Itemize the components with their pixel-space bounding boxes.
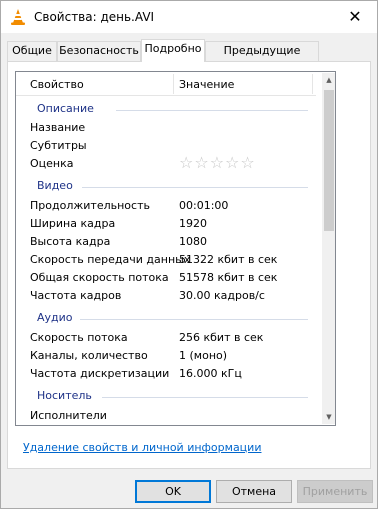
list-item[interactable]: Ширина кадра 1920 (16, 215, 316, 233)
property-name: Высота кадра (30, 235, 111, 248)
list-header: Свойство Значение (16, 72, 316, 96)
property-name: Ширина кадра (30, 217, 116, 230)
group-label: Аудио (37, 311, 73, 324)
title-bar: Свойства: день.AVI ✕ (1, 1, 377, 33)
property-value: 256 кбит в сек (179, 331, 264, 344)
property-name: Продолжительность (30, 199, 150, 212)
list-item[interactable]: Название (16, 119, 316, 137)
property-value: 51322 кбит в сек (179, 253, 278, 266)
list-item[interactable]: Субтитры (16, 137, 316, 155)
property-name: Название (30, 121, 86, 134)
vlc-cone-icon (11, 9, 25, 25)
property-name: Скорость потока (30, 331, 128, 344)
property-name: Скорость передачи данных (30, 253, 191, 266)
group-label: Описание (37, 102, 94, 115)
column-header-value[interactable]: Значение (179, 78, 234, 91)
group-label: Видео (37, 179, 73, 192)
scroll-up-icon[interactable]: ▲ (322, 73, 335, 87)
list-item[interactable]: Частота кадров 30.00 кадров/с (16, 287, 316, 305)
property-name: Частота кадров (30, 289, 122, 302)
property-name: Оценка (30, 157, 74, 170)
property-name: Частота дискретизации (30, 367, 170, 380)
star-icon[interactable]: ☆ (210, 155, 224, 171)
list-item[interactable]: Частота дискретизации 16.000 кГц (16, 365, 316, 383)
property-value: 51578 кбит в сек (179, 271, 278, 284)
column-divider[interactable] (173, 74, 174, 94)
property-name: Исполнители (30, 409, 107, 422)
tab-strip: Общие Безопасность Подробно Предыдущие в… (7, 39, 371, 75)
group-description: Описание (16, 100, 316, 118)
list-item[interactable]: Высота кадра 1080 (16, 233, 316, 251)
list-item[interactable]: Каналы, количество 1 (моно) (16, 347, 316, 365)
list-item[interactable]: Скорость потока 256 кбит в сек (16, 329, 316, 347)
apply-button[interactable]: Применить (297, 480, 373, 503)
close-icon: ✕ (348, 6, 362, 26)
list-item[interactable]: Общая скорость потока 51578 кбит в сек (16, 269, 316, 287)
tab-general[interactable]: Общие (7, 41, 57, 61)
column-header-property[interactable]: Свойство (30, 78, 84, 91)
properties-list[interactable]: Свойство Значение Описание Название Субт… (15, 71, 336, 426)
group-audio: Аудио (16, 309, 316, 327)
properties-window: Свойства: день.AVI ✕ Общие Безопасность … (0, 0, 378, 509)
remove-properties-link[interactable]: Удаление свойств и личной информации (23, 441, 261, 454)
group-label: Носитель (37, 389, 92, 402)
list-item[interactable]: Продолжительность 00:01:00 (16, 197, 316, 215)
star-icon[interactable]: ☆ (194, 155, 208, 171)
star-icon[interactable]: ☆ (179, 155, 193, 171)
property-name: Субтитры (30, 139, 87, 152)
close-button[interactable]: ✕ (333, 1, 377, 31)
group-divider (116, 110, 308, 111)
property-name: Общая скорость потока (30, 271, 169, 284)
tab-previous-versions[interactable]: Предыдущие версии (205, 41, 319, 75)
property-value: 30.00 кадров/с (179, 289, 265, 302)
tab-security[interactable]: Безопасность (57, 41, 141, 61)
property-value: 00:01:00 (179, 199, 229, 212)
list-item[interactable]: Оценка ☆ ☆ ☆ ☆ ☆ (16, 155, 316, 173)
cancel-button[interactable]: Отмена (216, 480, 292, 503)
group-media: Носитель (16, 387, 316, 405)
group-divider (82, 187, 308, 188)
list-item[interactable]: Исполнители (16, 407, 316, 425)
column-divider[interactable] (312, 74, 313, 94)
ok-button[interactable]: OK (135, 480, 211, 503)
group-video: Видео (16, 177, 316, 195)
scroll-down-icon[interactable]: ▼ (322, 410, 335, 424)
rating-stars[interactable]: ☆ ☆ ☆ ☆ ☆ (179, 155, 255, 171)
property-value: 16.000 кГц (179, 367, 242, 380)
list-item[interactable]: Скорость передачи данных 51322 кбит в се… (16, 251, 316, 269)
group-divider (102, 397, 308, 398)
property-value: 1080 (179, 235, 207, 248)
tab-details[interactable]: Подробно (141, 39, 205, 62)
vertical-scrollbar[interactable]: ▲ ▼ (322, 73, 335, 424)
property-value: 1 (моно) (179, 349, 228, 362)
scrollbar-thumb[interactable] (324, 90, 334, 231)
star-icon[interactable]: ☆ (240, 155, 254, 171)
property-name: Каналы, количество (30, 349, 148, 362)
star-icon[interactable]: ☆ (225, 155, 239, 171)
property-value: 1920 (179, 217, 207, 230)
group-divider (80, 319, 308, 320)
window-title: Свойства: день.AVI (34, 10, 155, 24)
